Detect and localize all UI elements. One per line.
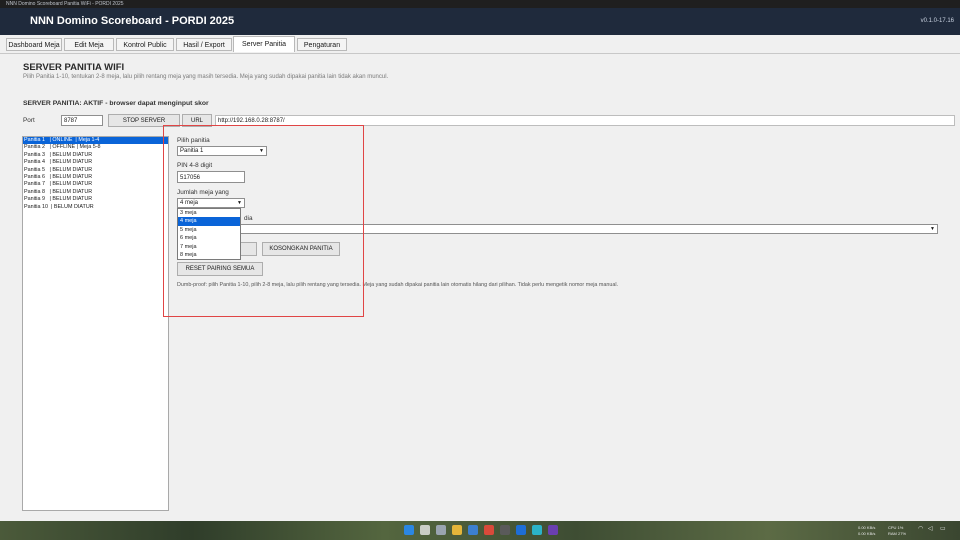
ram-usage: RAM 27% — [888, 531, 907, 536]
file-explorer-icon[interactable] — [452, 525, 462, 535]
app-title: NNN Domino Scoreboard - PORDI 2025 — [30, 15, 235, 27]
list-item[interactable]: Panitia 5 | BELUM DIATUR — [23, 167, 168, 174]
highlight-box — [163, 125, 364, 317]
list-item[interactable]: Panitia 8 | BELUM DIATUR — [23, 189, 168, 196]
app-header: NNN Domino Scoreboard - PORDI 2025 v0.1.… — [0, 8, 960, 35]
app-icon[interactable] — [500, 525, 510, 535]
panitia-listbox[interactable]: Panitia 1 | ONLINE | Meja 1-4 Panitia 2 … — [22, 136, 169, 511]
app-icon[interactable] — [516, 525, 526, 535]
version-label: v0.1.0-17.16 — [920, 18, 954, 24]
server-status: SERVER PANITIA: AKTIF - browser dapat me… — [23, 100, 209, 107]
search-icon[interactable] — [420, 525, 430, 535]
tab-kontrol-public[interactable]: Kontrol Public — [116, 38, 174, 51]
list-item[interactable]: Panitia 3 | BELUM DIATUR — [23, 152, 168, 159]
port-label: Port — [23, 117, 35, 124]
task-view-icon[interactable] — [436, 525, 446, 535]
list-item[interactable]: Panitia 9 | BELUM DIATUR — [23, 196, 168, 203]
list-item[interactable]: Panitia 6 | BELUM DIATUR — [23, 174, 168, 181]
tab-edit-meja[interactable]: Edit Meja — [64, 38, 114, 51]
taskbar: 0.00 KB/s 0.00 KB/s CPU 1% RAM 27% ◠ ◁ ▭ — [0, 521, 960, 540]
list-item[interactable]: Panitia 7 | BELUM DIATUR — [23, 181, 168, 188]
edge-icon[interactable] — [532, 525, 542, 535]
app-icon[interactable] — [548, 525, 558, 535]
app-icon[interactable] — [468, 525, 478, 535]
tab-dashboard-meja[interactable]: Dashboard Meja — [6, 38, 62, 51]
wifi-icon[interactable]: ◠ — [918, 526, 923, 532]
list-item[interactable]: Panitia 4 | BELUM DIATUR — [23, 159, 168, 166]
list-item[interactable]: Panitia 1 | ONLINE | Meja 1-4 — [23, 137, 168, 145]
cpu-usage: CPU 1% — [888, 525, 904, 530]
chevron-down-icon: ▼ — [930, 226, 935, 232]
list-item[interactable]: Panitia 2 | OFFLINE | Meja 5-8 — [23, 144, 168, 151]
app-icon[interactable] — [484, 525, 494, 535]
network-upload: 0.00 KB/s — [858, 525, 876, 530]
tab-pengaturan[interactable]: Pengaturan — [297, 38, 347, 51]
section-title: SERVER PANITIA WIFI — [23, 62, 125, 73]
tab-hasil-export[interactable]: Hasil / Export — [176, 38, 232, 51]
volume-icon[interactable]: ◁ — [928, 526, 933, 532]
start-icon[interactable] — [404, 525, 414, 535]
port-input[interactable]: 8787 — [61, 115, 103, 126]
window-title: NNN Domino Scoreboard Panitia WiFi - POR… — [6, 1, 124, 7]
tab-bar: Dashboard Meja Edit Meja Kontrol Public … — [0, 36, 960, 54]
battery-icon[interactable]: ▭ — [940, 526, 946, 532]
section-description: Pilih Panitia 1-10, tentukan 2-8 meja, l… — [23, 74, 389, 80]
network-download: 0.00 KB/s — [858, 531, 876, 536]
list-item[interactable]: Panitia 10 | BELUM DIATUR — [23, 204, 168, 211]
window-titlebar: NNN Domino Scoreboard Panitia WiFi - POR… — [0, 0, 960, 8]
tab-server-panitia[interactable]: Server Panitia — [233, 36, 295, 52]
